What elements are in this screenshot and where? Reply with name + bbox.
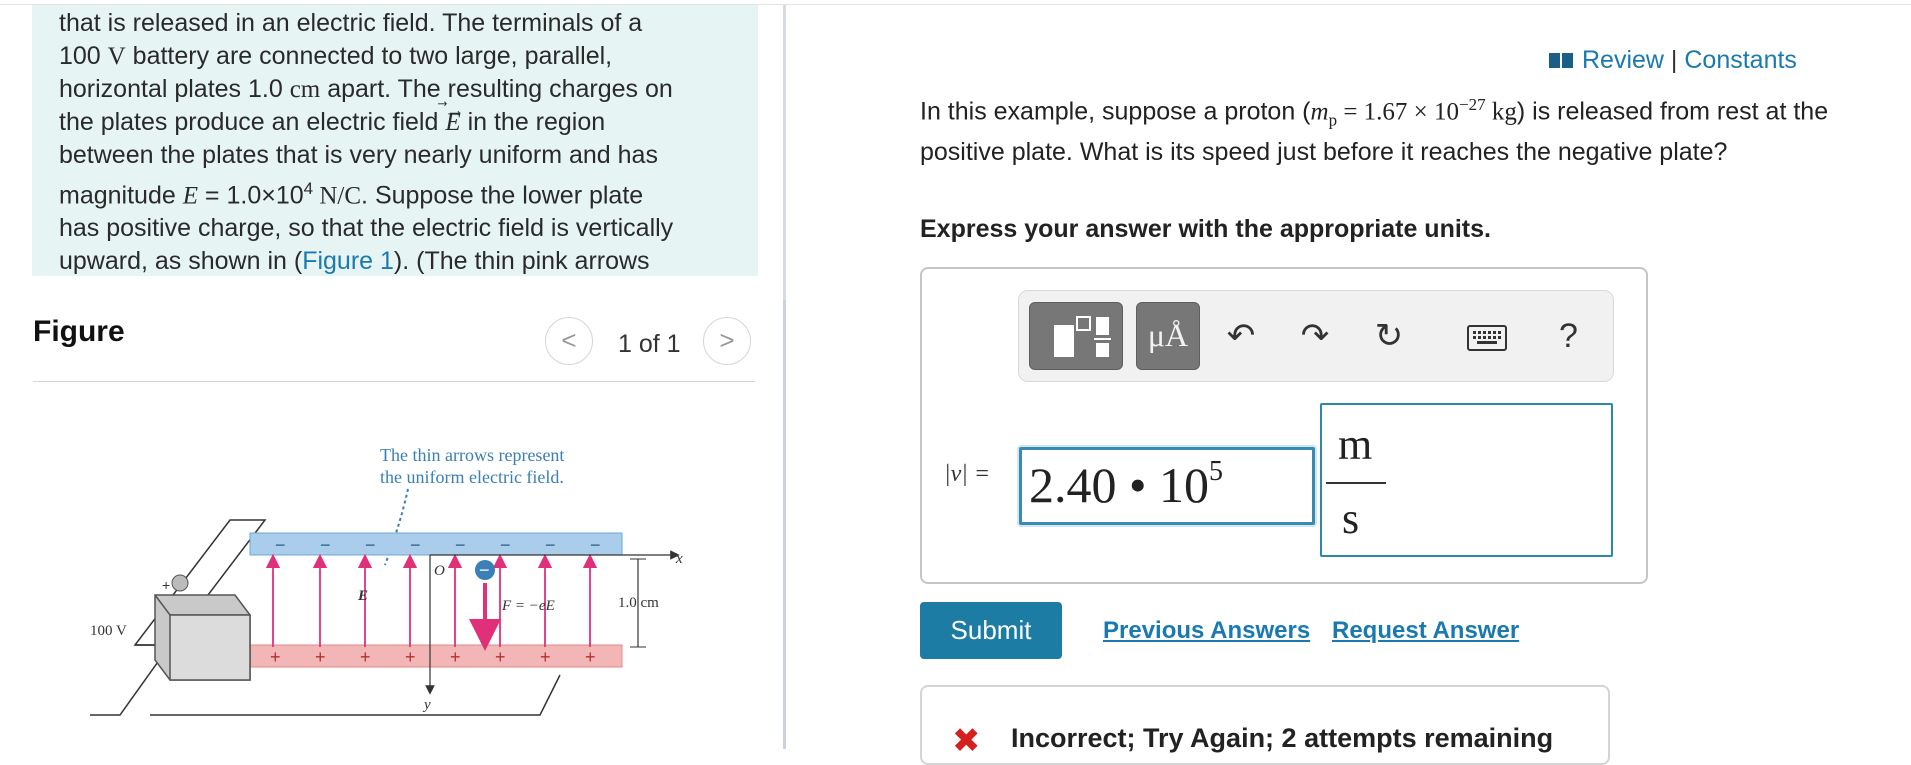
- units-button[interactable]: μÅ: [1136, 302, 1200, 370]
- units-icon: μÅ: [1147, 317, 1189, 353]
- svg-text:F = −eE: F = −eE: [501, 598, 555, 614]
- redo-button[interactable]: ↷: [1290, 311, 1340, 361]
- math-toolbar: μÅ ↶ ↷ ↻ ?: [1018, 290, 1614, 382]
- constants-link[interactable]: Constants: [1684, 46, 1797, 74]
- feedback-panel: ✖ Incorrect; Try Again; 2 attempts remai…: [920, 685, 1610, 765]
- answer-instruction: Express your answer with the appropriate…: [920, 215, 1491, 243]
- reset-button[interactable]: ↻: [1364, 311, 1414, 361]
- svg-text:−: −: [365, 535, 376, 555]
- undo-button[interactable]: ↶: [1216, 311, 1266, 361]
- svg-text:1.0 cm: 1.0 cm: [618, 595, 659, 611]
- svg-text:−: −: [455, 535, 466, 555]
- templates-button[interactable]: [1029, 302, 1123, 370]
- svg-text:+: +: [270, 647, 281, 667]
- templates-icon: [1054, 316, 1111, 357]
- svg-text:−: −: [545, 535, 556, 555]
- reset-icon: ↻: [1374, 317, 1404, 355]
- unit-numerator: m: [1338, 420, 1373, 469]
- svg-text:−: −: [479, 560, 490, 580]
- svg-text:+: +: [360, 647, 371, 667]
- error-icon: ✖: [952, 722, 981, 760]
- review-constants-links: Review | Constants: [1548, 46, 1797, 75]
- chevron-left-icon: <: [561, 325, 577, 355]
- chevron-right-icon: >: [719, 325, 735, 355]
- svg-text:+: +: [162, 577, 170, 593]
- svg-text:+: +: [405, 647, 416, 667]
- svg-text:y: y: [422, 697, 431, 713]
- battery-label: 100 V: [90, 623, 127, 639]
- panel-divider-lower: [783, 300, 786, 749]
- svg-text:+: +: [315, 647, 326, 667]
- review-link[interactable]: Review: [1582, 46, 1664, 74]
- book-icon: [1549, 53, 1573, 68]
- prev-figure-button[interactable]: <: [545, 317, 593, 365]
- answer-value-input[interactable]: 2.40 • 105: [1019, 447, 1315, 525]
- figure-counter: 1 of 1: [618, 330, 681, 358]
- svg-text:x: x: [675, 551, 683, 567]
- undo-icon: ↶: [1226, 317, 1256, 355]
- redo-icon: ↷: [1300, 317, 1330, 355]
- figure-link[interactable]: Figure 1: [302, 247, 394, 275]
- intro-text: that is released in an electric field. T…: [59, 9, 643, 37]
- previous-answers-link[interactable]: Previous Answers: [1103, 617, 1310, 645]
- question-text: In this example, suppose a proton (mp = …: [920, 95, 1829, 167]
- unit-denominator: s: [1342, 494, 1360, 543]
- svg-text:−: −: [320, 535, 331, 555]
- svg-text:−: −: [275, 535, 286, 555]
- figure-divider: [33, 381, 755, 382]
- svg-text:+: +: [450, 647, 461, 667]
- negative-plate: [249, 532, 623, 556]
- figure-caption-1: The thin arrows represent: [380, 445, 564, 465]
- svg-text:−: −: [500, 535, 511, 555]
- svg-text:−: −: [410, 535, 421, 555]
- request-answer-link[interactable]: Request Answer: [1332, 617, 1519, 645]
- keyboard-button[interactable]: [1467, 325, 1507, 351]
- answer-label: |v| =: [944, 461, 991, 487]
- svg-text:+: +: [495, 647, 506, 667]
- positive-plate: [249, 644, 623, 668]
- help-button[interactable]: ?: [1559, 311, 1578, 361]
- svg-text:−: −: [590, 535, 601, 555]
- answer-units-input[interactable]: m s: [1320, 403, 1613, 557]
- next-figure-button[interactable]: >: [703, 317, 751, 365]
- svg-text:O: O: [434, 563, 445, 579]
- problem-intro: that is released in an electric field. T…: [32, 5, 758, 276]
- capacitor-figure: The thin arrows represent the uniform el…: [90, 445, 683, 716]
- svg-text:E: E: [357, 588, 368, 604]
- feedback-text: Incorrect; Try Again; 2 attempts remaini…: [1011, 723, 1554, 753]
- svg-text:+: +: [585, 647, 596, 667]
- submit-button[interactable]: Submit: [920, 602, 1062, 659]
- e-field-vector: E⃗→: [445, 100, 465, 136]
- figure-caption-2: the uniform electric field.: [380, 467, 564, 487]
- battery: +: [154, 574, 251, 681]
- svg-text:+: +: [540, 647, 551, 667]
- keyboard-icon: [1473, 331, 1501, 344]
- figure-title: Figure: [33, 315, 125, 348]
- fraction-bar: [1326, 482, 1386, 484]
